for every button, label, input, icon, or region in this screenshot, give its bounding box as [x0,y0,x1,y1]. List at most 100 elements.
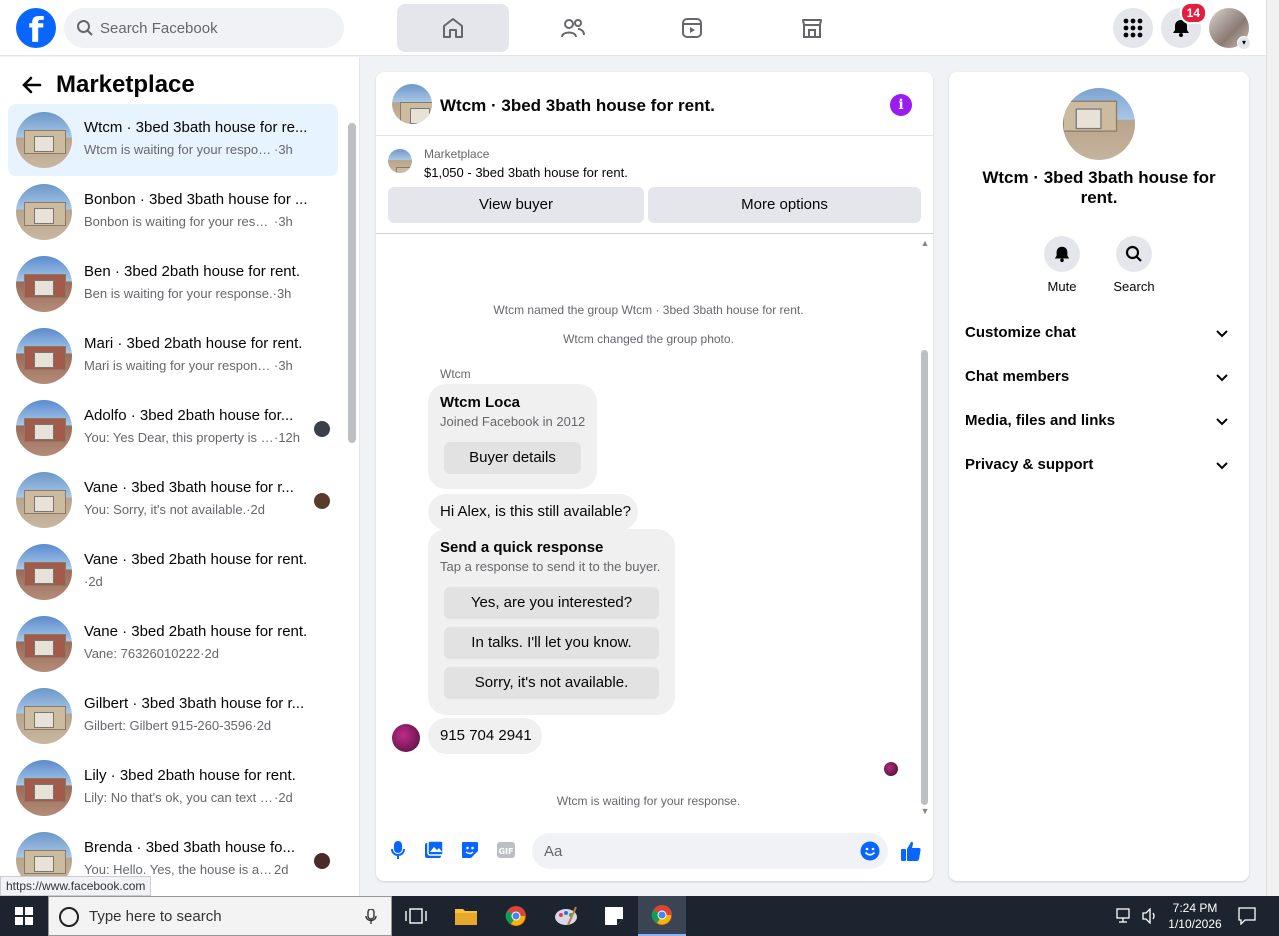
gif-icon[interactable]: GIF [496,840,516,860]
chrome-icon [505,906,526,926]
conversation-time: 2d [274,862,289,877]
conversation-snippet: Lily: No that's ok, you can text me ... [84,790,274,805]
conversation-item[interactable]: Ben · 3bed 2bath house for rent. Ben is … [8,248,338,320]
mute-button[interactable]: Mute [1032,236,1092,294]
quick-response-card: Send a quick response Tap a response to … [428,529,675,715]
microphone-icon[interactable] [388,840,408,860]
palette-icon [555,906,577,926]
conversation-item[interactable]: Adolfo · 3bed 2bath house for... You: Ye… [8,392,338,464]
chat-members-section[interactable]: Chat members [965,368,1233,392]
conversation-item[interactable]: Vane · 3bed 2bath house for rent. Vane: … [8,608,338,680]
listing-thumbnail [16,544,72,600]
chrome-icon [651,905,672,925]
message-input[interactable] [544,833,844,869]
chrome-app[interactable] [492,896,540,936]
listing-thumbnail [16,760,72,816]
taskbar-search-input[interactable] [89,897,359,935]
message-input-wrapper[interactable] [532,833,888,869]
notifications-button[interactable]: 14 [1161,2,1207,48]
nav-friends[interactable] [517,4,629,52]
paint-app[interactable] [542,896,590,936]
emoji-icon[interactable] [860,841,880,861]
message-bubble[interactable]: 915 704 2941 [428,718,542,754]
conversation-item[interactable]: Vane · 3bed 3bath house for r... You: So… [8,464,338,536]
conversation-item[interactable]: Lily · 3bed 2bath house for rent. Lily: … [8,752,338,824]
conversation-item[interactable]: Gilbert · 3bed 3bath house for r... Gilb… [8,680,338,752]
conversation-time: ·2d [246,502,265,517]
back-arrow-icon[interactable] [16,73,48,97]
chat-avatar[interactable] [392,84,432,124]
info-icon[interactable]: i [890,94,912,116]
message-text: Hi Alex, is this still available? [440,503,631,520]
scrollbar-thumb[interactable] [921,350,928,805]
volume-icon[interactable] [1142,907,1158,929]
account-avatar[interactable]: ▾ [1209,8,1251,50]
quick-response-in-talks-button[interactable]: In talks. I'll let you know. [444,627,659,659]
photo-icon[interactable] [424,840,444,860]
start-button[interactable] [0,896,48,936]
listing-card: Marketplace $1,050 - 3bed 3bath house fo… [376,138,933,234]
message-bubble[interactable]: Hi Alex, is this still available? [428,494,638,530]
system-message: Wtcm changed the group photo. [563,332,734,346]
view-buyer-button[interactable]: View buyer [388,187,644,223]
conversation-list-scrollbar[interactable] [347,117,357,896]
quick-response-yes-button[interactable]: Yes, are you interested? [444,587,659,619]
chat-scrollbar[interactable]: ▲ ▼ [919,238,931,818]
media-files-links-section[interactable]: Media, files and links [965,412,1233,436]
scroll-down-arrow-icon[interactable]: ▼ [919,806,931,816]
customize-chat-section[interactable]: Customize chat [965,324,1233,348]
nav-marketplace[interactable] [756,4,868,52]
conversation-item[interactable]: Wtcm · 3bed 3bath house for re... Wtcm i… [8,104,338,176]
page-scrollbar[interactable] [1266,0,1279,896]
microphone-icon[interactable] [365,909,377,925]
like-thumbs-up-icon[interactable] [900,840,922,862]
quick-response-not-available-button[interactable]: Sorry, it's not available. [444,667,659,699]
system-clock[interactable]: 7:24 PM 1/10/2026 [1164,900,1226,932]
windows-taskbar: 7:24 PM 1/10/2026 [0,896,1279,936]
taskbar-search-box[interactable] [48,896,392,936]
section-label: Privacy & support [965,456,1094,473]
listing-thumbnail [16,112,72,168]
listing-price[interactable]: $1,050 - 3bed 3bath house for rent. [424,165,628,180]
sticky-notes-app[interactable] [590,896,638,936]
search-in-chat-button[interactable]: Search [1104,236,1164,294]
conversation-item[interactable]: Mari · 3bed 2bath house for rent. Mari i… [8,320,338,392]
buyer-avatar[interactable] [392,724,420,752]
facebook-logo[interactable]: f [16,8,56,48]
section-label: Media, files and links [965,412,1116,429]
conversation-item[interactable]: Bonbon · 3bed 3bath house for ... Bonbon… [8,176,338,248]
message-composer: GIF [376,828,933,876]
conversation-snippet: Wtcm is waiting for your response. [84,142,274,157]
more-options-button[interactable]: More options [648,187,921,223]
facebook-search-input[interactable] [100,8,330,48]
network-icon[interactable] [1116,908,1136,929]
conversation-name: Lily · 3bed 2bath house for rent. [84,767,296,784]
listing-thumbnail [16,472,72,528]
waiting-status: Wtcm is waiting for your response. [556,794,741,808]
chat-title[interactable]: Wtcm · 3bed 3bath house for rent. [440,96,715,116]
sticker-icon[interactable] [460,840,480,860]
notification-center-icon[interactable] [1238,907,1256,930]
menu-button[interactable] [1113,8,1153,48]
nav-video[interactable] [636,4,748,52]
listing-thumbnail [388,149,412,173]
conversation-snippet: Vane: 76326010222 [84,646,201,661]
conversation-snippet: Bonbon is waiting for your response. [84,214,274,229]
facebook-search-box[interactable] [64,8,344,48]
privacy-support-section[interactable]: Privacy & support [965,456,1233,480]
section-label: Customize chat [965,324,1076,341]
nav-home[interactable] [397,4,509,52]
group-photo[interactable] [1063,88,1135,160]
scroll-up-arrow-icon[interactable]: ▲ [919,238,931,248]
message-thread: Wtcm named the group Wtcm · 3bed 3bath h… [376,236,921,816]
friends-icon [561,19,585,38]
buyer-name: Wtcm Loca [440,394,521,411]
chrome-app-active[interactable] [638,896,686,936]
task-view-button[interactable] [392,896,440,936]
conversation-item[interactable]: Vane · 3bed 2bath house for rent. ·2d [8,536,338,608]
scrollbar-thumb[interactable] [348,123,356,443]
file-explorer-app[interactable] [442,896,490,936]
conversation-name: Bonbon · 3bed 3bath house for ... [84,191,308,208]
buyer-details-button[interactable]: Buyer details [444,442,581,474]
bell-icon [1054,246,1070,263]
